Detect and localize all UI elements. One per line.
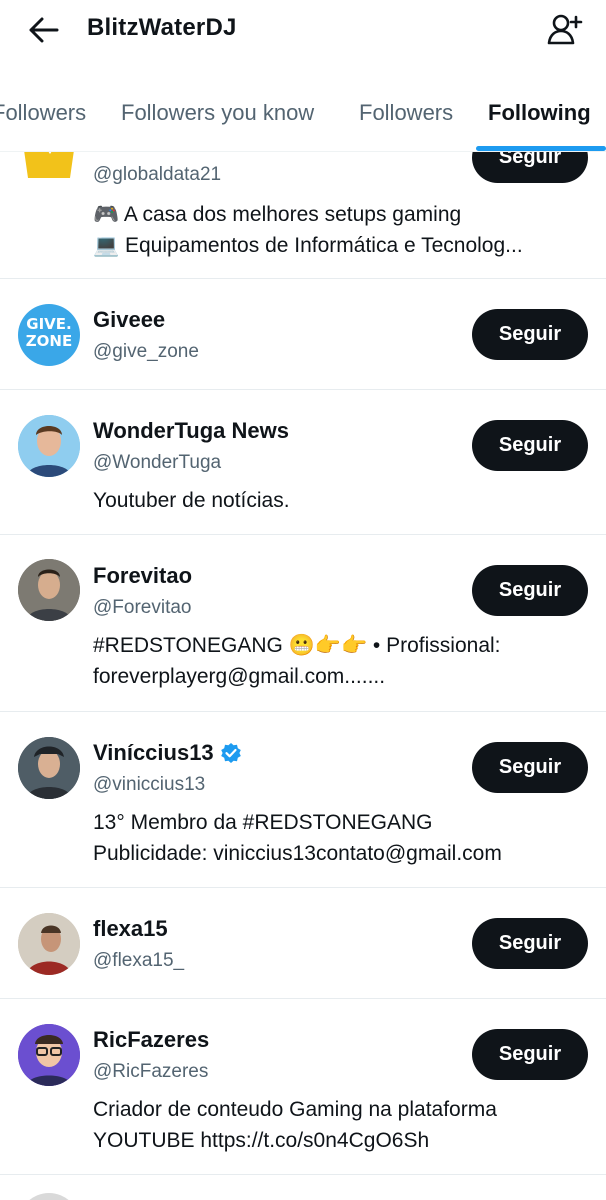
top-bar: BlitzWaterDJ [0, 0, 606, 78]
page-title: BlitzWaterDJ [87, 14, 237, 41]
account-bio: 13° Membro da #REDSTONEGANG Publicidade:… [93, 811, 502, 865]
account-handle: @viniccius13 [93, 774, 206, 795]
list-item[interactable]: RicFazeres @RicFazeres Criador de conteu… [0, 999, 606, 1175]
avatar[interactable] [18, 1024, 80, 1086]
account-name: flexa15 [93, 916, 168, 941]
active-tab-indicator [476, 146, 606, 151]
tab-followers-partial[interactable]: Followers [0, 100, 86, 126]
account-name: Forevitao [93, 563, 193, 588]
account-handle: @RicFazeres [93, 1061, 209, 1082]
account-bio: Youtuber de notícias. [93, 489, 290, 512]
avatar[interactable] [18, 559, 80, 621]
account-bio: 🎮 A casa dos melhores setups gaming 💻 Eq… [93, 203, 523, 257]
tab-bar: Followers Followers you know Followers F… [0, 78, 606, 152]
account-name: WonderTuga News [93, 418, 289, 443]
follow-button[interactable]: Seguir [472, 152, 588, 183]
follow-button[interactable]: Seguir [472, 742, 588, 793]
account-name: Viníccius13 [93, 740, 242, 766]
account-handle: @flexa15_ [93, 950, 185, 971]
account-handle: @globaldata21 [93, 164, 222, 185]
follow-button[interactable]: Seguir [472, 565, 588, 616]
tab-following[interactable]: Following [488, 100, 591, 126]
account-handle: @Forevitao [93, 597, 192, 618]
back-arrow-icon[interactable] [26, 12, 62, 48]
avatar[interactable] [18, 1193, 80, 1200]
tab-followers-you-know[interactable]: Followers you know [121, 100, 314, 126]
avatar[interactable]: GIVE. ZONE [18, 304, 80, 366]
account-name: Giveee [93, 307, 166, 332]
add-user-icon[interactable] [546, 10, 584, 48]
list-item[interactable]: GIVE. ZONE Giveee @give_zone Seguir [0, 279, 606, 390]
account-bio: Criador de conteudo Gaming na plataforma… [93, 1098, 497, 1152]
list-item[interactable]: @globaldata21 🎮 A casa dos melhores setu… [0, 152, 606, 279]
tab-followers[interactable]: Followers [359, 100, 453, 126]
avatar[interactable] [18, 415, 80, 477]
crown-avatar-icon[interactable] [24, 152, 74, 180]
account-handle: @WonderTuga [93, 452, 222, 473]
list-item[interactable]: Viníccius13 @viniccius13 13° Membro da #… [0, 712, 606, 888]
follow-button[interactable]: Seguir [472, 1029, 588, 1080]
verified-badge-icon [220, 743, 241, 763]
account-bio: #REDSTONEGANG 😬👉👉 • Profissional: foreve… [93, 634, 501, 688]
account-name: RicFazeres [93, 1027, 210, 1052]
follow-button[interactable]: Seguir [472, 918, 588, 969]
list-item[interactable]: WonderTuga News @WonderTuga Youtuber de … [0, 390, 606, 535]
list-item[interactable]: flexa15 @flexa15_ Seguir [0, 888, 606, 999]
avatar[interactable] [18, 737, 80, 799]
list-item[interactable] [0, 1175, 606, 1200]
follow-button[interactable]: Seguir [472, 420, 588, 471]
follow-button[interactable]: Seguir [472, 309, 588, 360]
account-handle: @give_zone [93, 341, 199, 362]
avatar[interactable] [18, 913, 80, 975]
list-item[interactable]: Forevitao @Forevitao #REDSTONEGANG 😬👉👉 •… [0, 535, 606, 712]
